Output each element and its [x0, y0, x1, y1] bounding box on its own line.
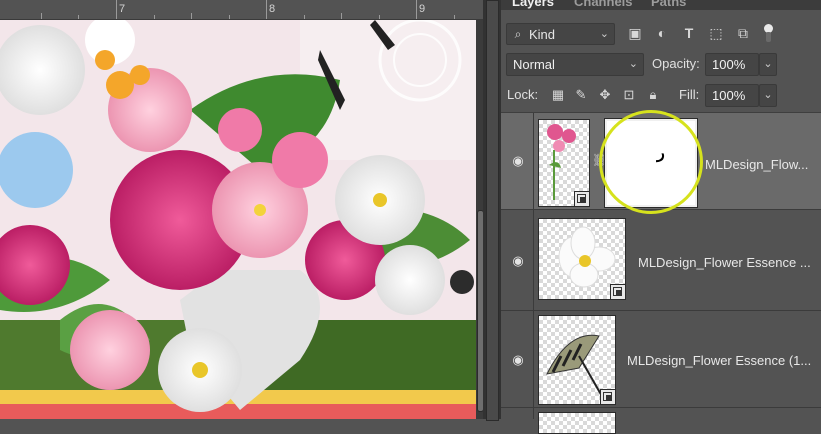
layer-row[interactable]: ◉ MLDesign_Flower Essence ...	[501, 210, 821, 311]
ruler-tick	[266, 0, 267, 19]
eye-icon[interactable]: ◉	[509, 154, 527, 167]
opacity-dropdown-button[interactable]: ⌄	[759, 53, 777, 76]
filter-kind-select[interactable]: ⌕ Kind ⌄	[506, 23, 615, 45]
smart-object-icon	[600, 389, 615, 404]
ruler-tick	[116, 0, 117, 19]
ruler-minor-tick	[454, 15, 455, 19]
ruler-minor-tick	[379, 15, 380, 19]
shape-layer-filter-icon[interactable]: ⬚	[707, 24, 725, 42]
lock-transparent-pixels-icon[interactable]: ▦	[550, 87, 566, 103]
blend-mode-select[interactable]: Normal ⌄	[506, 53, 644, 76]
flower-bouquet-artwork	[0, 20, 476, 419]
layer-name[interactable]: MLDesign_Flower Essence ...	[638, 255, 811, 270]
chevron-down-icon: ⌄	[628, 58, 638, 70]
lock-image-pixels-icon[interactable]: ✎	[573, 87, 589, 103]
panel-resize-handle[interactable]	[486, 0, 499, 421]
tab-channels[interactable]: Channels	[574, 0, 633, 9]
lock-position-icon[interactable]: ✥	[597, 87, 613, 103]
annotation-highlight-circle	[599, 110, 703, 214]
fill-field[interactable]: 100%	[705, 84, 759, 107]
ruler-minor-tick	[229, 15, 230, 19]
eye-icon[interactable]: ◉	[509, 353, 527, 366]
horizontal-ruler: 7 8 9	[0, 0, 483, 20]
ruler-minor-tick	[78, 15, 79, 19]
adjustment-layer-filter-icon[interactable]: ◐	[653, 24, 671, 42]
blend-mode-value: Normal	[513, 57, 555, 72]
opacity-field[interactable]: 100%	[705, 53, 759, 76]
smart-object-icon	[574, 191, 589, 206]
ruler-minor-tick	[41, 13, 42, 19]
document-canvas-area[interactable]: 7 8 9	[0, 0, 483, 419]
smart-object-icon	[610, 284, 625, 299]
flower-artwork-image[interactable]	[0, 20, 476, 419]
layers-panel: Layers Channels Paths ⌕ Kind ⌄ ▣ ◐ T ⬚ ⧉…	[501, 0, 821, 434]
layer-name[interactable]: MLDesign_Flower Essence (1...	[627, 353, 811, 368]
ruler-number: 8	[269, 3, 276, 15]
smart-object-filter-icon[interactable]: ⧉	[734, 24, 752, 42]
layer-thumbnail[interactable]	[538, 315, 616, 405]
canvas-vertical-scrollbar[interactable]	[476, 20, 483, 419]
lock-label: Lock:	[507, 87, 539, 102]
layer-thumbnail[interactable]	[538, 119, 590, 207]
fill-label: Fill:	[679, 87, 700, 102]
pixel-layer-filter-icon[interactable]: ▣	[626, 24, 644, 42]
fill-dropdown-button[interactable]: ⌄	[759, 84, 777, 107]
search-icon: ⌕	[514, 27, 522, 41]
filter-toggle[interactable]	[763, 24, 773, 44]
ruler-number: 7	[119, 3, 126, 15]
lock-all-icon[interactable]: 🔒︎	[645, 87, 661, 103]
filter-type-icons: ▣ ◐ T ⬚ ⧉	[626, 24, 786, 44]
toggle-track	[766, 32, 771, 42]
ruler-tick	[416, 0, 417, 19]
opacity-label: Opacity:	[652, 56, 700, 71]
type-layer-filter-icon[interactable]: T	[680, 24, 698, 42]
ruler-minor-tick	[341, 13, 342, 19]
lock-artboard-icon[interactable]: ⊡	[621, 87, 637, 103]
panel-tabs: Layers Channels Paths	[501, 0, 821, 10]
fill-value: 100%	[712, 88, 746, 103]
tab-layers[interactable]: Layers	[512, 0, 554, 9]
layer-thumbnail[interactable]	[538, 412, 616, 434]
layer-row[interactable]	[501, 408, 821, 434]
eye-icon[interactable]: ◉	[509, 254, 527, 267]
opacity-value: 100%	[712, 57, 746, 72]
tab-paths[interactable]: Paths	[651, 0, 686, 9]
ruler-number: 9	[419, 3, 426, 15]
layer-row[interactable]: ◉ MLDesign_Flower Essence (1...	[501, 311, 821, 408]
visibility-column	[501, 408, 534, 419]
chevron-down-icon: ⌄	[599, 28, 609, 40]
ruler-minor-tick	[154, 15, 155, 19]
kind-label: Kind	[529, 27, 556, 42]
layer-thumbnail[interactable]	[538, 218, 626, 300]
ruler-minor-tick	[304, 15, 305, 19]
layer-name[interactable]: MLDesign_Flow...	[705, 157, 808, 172]
ruler-minor-tick	[191, 13, 192, 19]
panel-divider	[483, 0, 501, 421]
